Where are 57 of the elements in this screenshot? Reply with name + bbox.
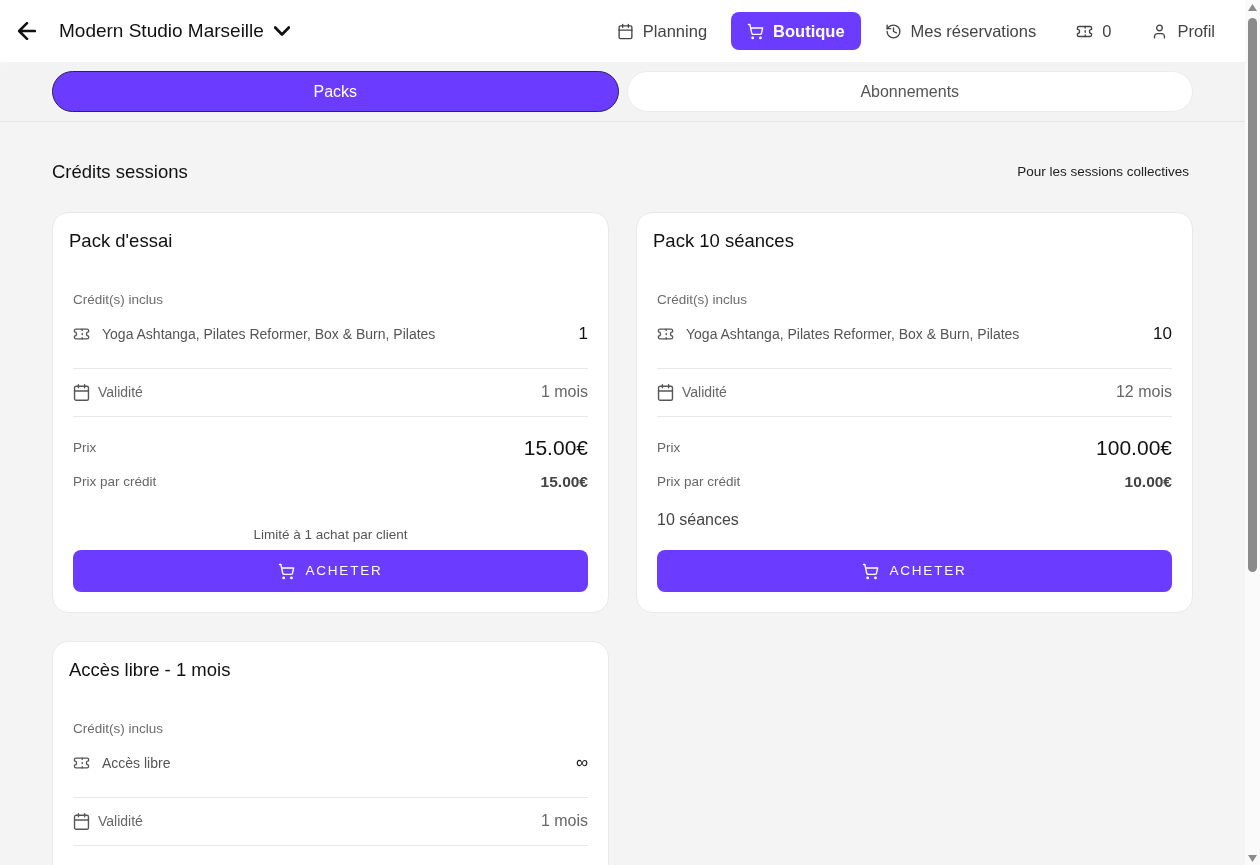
calendar-icon	[73, 812, 90, 830]
ticket-icon	[73, 327, 90, 341]
scroll-up-icon[interactable]	[1248, 4, 1257, 11]
nav-tab[interactable]: Mes réservations	[868, 12, 1053, 50]
scrollbar-thumb[interactable]	[1248, 18, 1257, 572]
section-title: Crédits sessions	[52, 160, 188, 184]
credit-count: ∞	[575, 752, 588, 774]
history-icon	[884, 22, 902, 40]
studio-name: Modern Studio Marseille	[59, 18, 264, 43]
credit-count: 10	[1153, 323, 1172, 345]
back-arrow-icon[interactable]	[18, 22, 36, 40]
credit-count: 1	[578, 323, 588, 345]
buy-button[interactable]: ACHETER	[657, 550, 1172, 592]
buy-button[interactable]: ACHETER	[73, 550, 588, 592]
chevron-down-icon[interactable]	[273, 23, 290, 39]
validity-value: 1 mois	[540, 811, 588, 831]
product-title: Accès libre - 1 mois	[69, 658, 232, 682]
calendar-icon	[616, 22, 634, 40]
validity-value: 12 mois	[1115, 382, 1172, 402]
credit-name: Accès libre	[102, 754, 172, 773]
nav-tab[interactable]: Boutique	[731, 12, 861, 50]
price-label: Prix	[73, 439, 97, 457]
ticket-icon	[73, 756, 90, 770]
unit-price-label: Prix par crédit	[73, 473, 157, 491]
ticket-icon	[657, 327, 674, 341]
scroll-down-icon[interactable]	[1248, 855, 1257, 862]
cart-icon	[747, 22, 765, 40]
credits-label: Crédit(s) inclus	[73, 291, 165, 309]
nav-tab[interactable]: Planning	[600, 12, 724, 50]
purchase-limit-note: Limité à 1 achat par client	[253, 526, 408, 544]
product-title: Pack 10 séances	[653, 229, 795, 253]
profile-button[interactable]: Profil	[1135, 12, 1231, 50]
cart-icon	[862, 562, 880, 580]
validity-label: Validité	[98, 812, 144, 831]
scrollbar[interactable]	[1245, 0, 1260, 865]
cart-icon	[278, 562, 296, 580]
validity-value: 1 mois	[540, 382, 588, 402]
segment-tab[interactable]: Abonnements	[626, 71, 1193, 112]
product-description: 10 séances	[657, 510, 740, 530]
credit-name: Yoga Ashtanga, Pilates Reformer, Box & Burn, Pilates	[102, 325, 437, 344]
unit-price-label: Prix par crédit	[657, 473, 741, 491]
unit-price-value: 15.00€	[540, 472, 588, 492]
segment-tab[interactable]: Packs	[52, 71, 619, 112]
validity-label: Validité	[682, 383, 728, 402]
price-label: Prix	[657, 439, 681, 457]
price-value: 100.00€	[1096, 435, 1172, 461]
unit-price-value: 10.00€	[1124, 472, 1172, 492]
validity-label: Validité	[98, 383, 144, 402]
credit-balance-button[interactable]: 0	[1060, 12, 1128, 50]
credit-name: Yoga Ashtanga, Pilates Reformer, Box & Burn, Pilates	[686, 325, 1021, 344]
section-note: Pour les sessions collectives	[1017, 162, 1189, 181]
calendar-icon	[73, 383, 90, 401]
price-value: 15.00€	[523, 435, 588, 461]
product-title: Pack d'essai	[69, 229, 174, 253]
credits-label: Crédit(s) inclus	[73, 720, 165, 738]
credits-label: Crédit(s) inclus	[657, 291, 749, 309]
calendar-icon	[657, 383, 674, 401]
